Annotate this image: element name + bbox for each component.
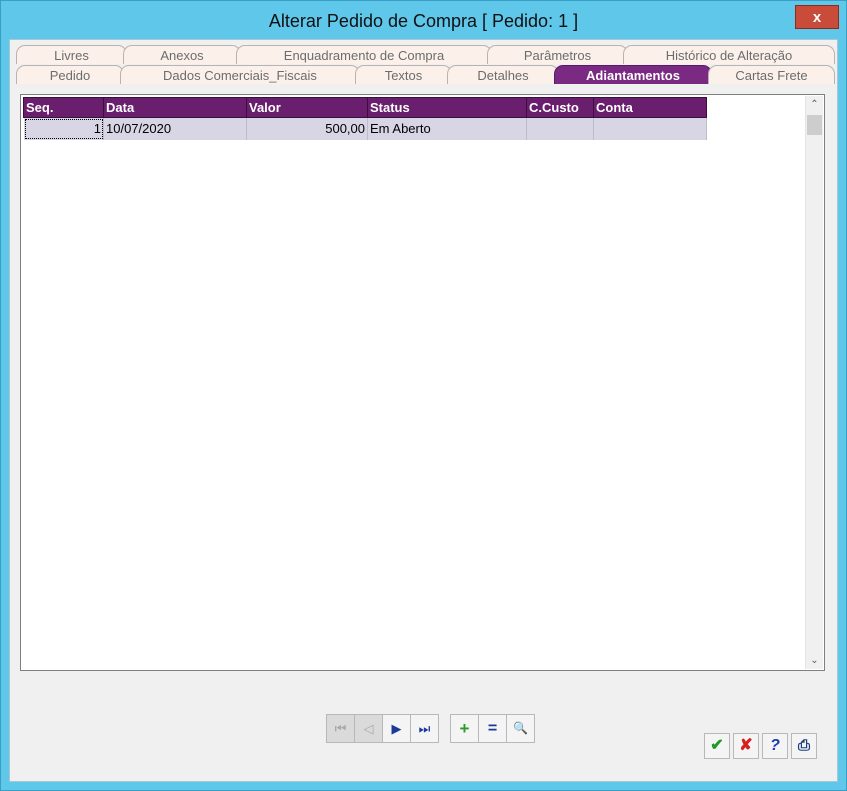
data-table: Seq. Data Valor Status C.Custo Conta 1 1…	[23, 97, 707, 140]
add-record-icon[interactable]: +	[450, 714, 479, 743]
last-record-icon[interactable]: ⏭	[410, 714, 439, 743]
record-navigator: ⏮ ◁ ▶ ⏭	[326, 714, 439, 744]
next-record-icon[interactable]: ▶	[382, 714, 411, 743]
window-title: Alterar Pedido de Compra [ Pedido: 1 ]	[268, 11, 579, 31]
tab-livres[interactable]: Livres	[16, 45, 127, 64]
tab-cartas-frete[interactable]: Cartas Frete	[708, 65, 835, 84]
table-row[interactable]: 1 10/07/2020 500,00 Em Aberto	[23, 117, 707, 140]
scroll-up-icon[interactable]: ⌃	[806, 96, 823, 113]
search-icon[interactable]: 🔍	[506, 714, 535, 743]
record-actions: + = 🔍	[450, 714, 535, 744]
cell-status[interactable]: Em Aberto	[367, 117, 527, 140]
tab-anexos[interactable]: Anexos	[123, 45, 241, 64]
column-header-valor[interactable]: Valor	[246, 97, 368, 118]
tab-parametros[interactable]: Parâmetros	[487, 45, 628, 64]
help-button[interactable]: ?	[762, 733, 788, 759]
cell-seq[interactable]: 1	[23, 117, 104, 140]
adiantamentos-grid: Seq. Data Valor Status C.Custo Conta 1 1…	[20, 94, 825, 671]
tab-textos[interactable]: Textos	[355, 65, 452, 84]
close-button[interactable]: x	[795, 5, 839, 29]
tab-adiantamentos[interactable]: Adiantamentos	[554, 65, 712, 84]
title-bar: Alterar Pedido de Compra [ Pedido: 1 ] x	[1, 1, 846, 39]
column-header-status[interactable]: Status	[367, 97, 527, 118]
tab-pedido[interactable]: Pedido	[16, 65, 124, 84]
edit-record-icon[interactable]: =	[478, 714, 507, 743]
tab-enquadramento-de-compra[interactable]: Enquadramento de Compra	[236, 45, 492, 64]
tab-detalhes[interactable]: Detalhes	[447, 65, 559, 84]
vertical-scrollbar[interactable]: ⌃ ⌄	[805, 96, 823, 669]
cell-ccusto[interactable]	[526, 117, 594, 140]
cancel-button[interactable]: ✘	[733, 733, 759, 759]
scroll-down-icon[interactable]: ⌄	[806, 652, 823, 669]
previous-record-icon[interactable]: ◁	[354, 714, 383, 743]
cell-valor[interactable]: 500,00	[246, 117, 368, 140]
cell-conta[interactable]	[593, 117, 707, 140]
tab-historico-de-alteracao[interactable]: Histórico de Alteração	[623, 45, 835, 64]
column-header-conta[interactable]: Conta	[593, 97, 707, 118]
cell-data[interactable]: 10/07/2020	[103, 117, 247, 140]
table-header-row: Seq. Data Valor Status C.Custo Conta	[23, 97, 707, 118]
scroll-thumb[interactable]	[807, 115, 822, 135]
column-header-data[interactable]: Data	[103, 97, 247, 118]
first-record-icon[interactable]: ⏮	[326, 714, 355, 743]
print-icon[interactable]: ⎙	[791, 733, 817, 759]
column-header-seq[interactable]: Seq.	[23, 97, 104, 118]
column-header-ccusto[interactable]: C.Custo	[526, 97, 594, 118]
tab-dados-comerciais-fiscais[interactable]: Dados Comerciais_Fiscais	[120, 65, 360, 84]
confirm-button[interactable]: ✔	[704, 733, 730, 759]
